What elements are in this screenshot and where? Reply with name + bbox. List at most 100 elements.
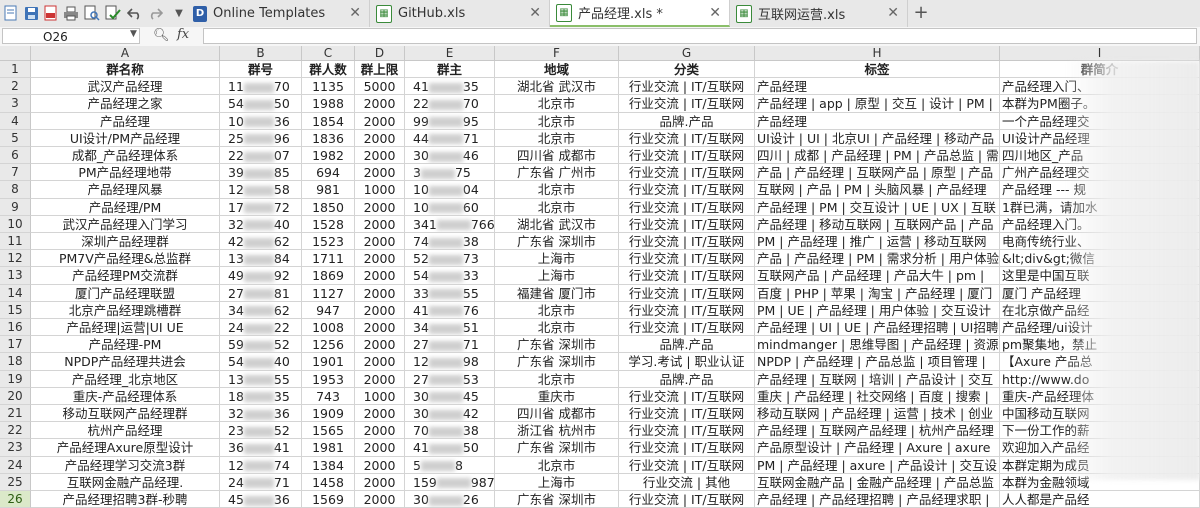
table-cell[interactable]: 1982: [302, 147, 355, 165]
table-cell[interactable]: 产品经理/PM: [31, 198, 220, 216]
table-cell[interactable]: 2000: [355, 215, 405, 233]
tab-online-templates[interactable]: D Online Templates ✕: [187, 0, 370, 27]
table-cell[interactable]: 32 40: [220, 215, 302, 233]
table-cell[interactable]: 13 84: [220, 250, 302, 268]
table-cell[interactable]: 41 35: [405, 78, 495, 96]
table-cell[interactable]: 10 36: [220, 112, 302, 130]
close-icon[interactable]: ✕: [349, 5, 361, 21]
table-cell[interactable]: PM | 产品经理 | 推广 | 运营 | 移动互联网: [755, 233, 1000, 251]
table-cell[interactable]: 浙江省 杭州市: [495, 422, 619, 440]
table-cell[interactable]: 1135: [302, 78, 355, 96]
column-header-h[interactable]: H: [755, 46, 1000, 61]
table-cell[interactable]: 27 81: [220, 284, 302, 302]
row-header[interactable]: 19: [0, 370, 31, 388]
table-cell[interactable]: 产品经理 | app | 原型 | 交互 | 设计 | PM |: [755, 95, 1000, 113]
row-header[interactable]: 22: [0, 422, 31, 440]
table-cell[interactable]: 12 98: [405, 353, 495, 371]
table-cell[interactable]: 32 36: [220, 405, 302, 423]
table-cell[interactable]: 1528: [302, 215, 355, 233]
table-cell[interactable]: 产品经理招聘3群-秒聘: [31, 491, 220, 508]
table-cell[interactable]: 湖北省 武汉市: [495, 215, 619, 233]
table-cell[interactable]: 49 92: [220, 267, 302, 285]
table-cell[interactable]: 44 71: [405, 129, 495, 147]
table-cell[interactable]: 30 45: [405, 387, 495, 405]
table-cell[interactable]: 52 73: [405, 250, 495, 268]
table-cell[interactable]: 武汉产品经理入门学习: [31, 215, 220, 233]
table-cell[interactable]: 99 95: [405, 112, 495, 130]
table-cell[interactable]: 1000: [355, 387, 405, 405]
column-header-e[interactable]: E: [405, 46, 495, 61]
table-cell[interactable]: 北京市: [495, 112, 619, 130]
table-cell[interactable]: 27 53: [405, 370, 495, 388]
column-header-c[interactable]: C: [302, 46, 355, 61]
table-cell[interactable]: 1256: [302, 336, 355, 354]
table-cell[interactable]: 广东省 深圳市: [495, 491, 619, 508]
table-cell[interactable]: 深圳产品经理群: [31, 233, 220, 251]
table-cell[interactable]: 北京市: [495, 198, 619, 216]
column-header-a[interactable]: A: [31, 46, 220, 61]
table-cell[interactable]: 981: [302, 181, 355, 199]
name-box[interactable]: O26: [2, 28, 140, 44]
table-cell[interactable]: 1988: [302, 95, 355, 113]
table-cell[interactable]: 5000: [355, 78, 405, 96]
table-cell[interactable]: 1836: [302, 129, 355, 147]
table-cell[interactable]: 互联网 | 产品 | PM | 头脑风暴 | 产品经理: [755, 181, 1000, 199]
table-cell[interactable]: 1981: [302, 439, 355, 457]
row-header[interactable]: 9: [0, 198, 31, 216]
table-cell[interactable]: 上海市: [495, 267, 619, 285]
table-cell[interactable]: 947: [302, 301, 355, 319]
table-cell[interactable]: 1909: [302, 405, 355, 423]
table-cell[interactable]: 行业交流 | IT/互联网: [619, 95, 755, 113]
header-cell[interactable]: 群名称: [31, 61, 220, 79]
table-cell[interactable]: 产品经理: [755, 112, 1000, 130]
header-cell[interactable]: 地域: [495, 61, 619, 79]
table-cell[interactable]: 25 96: [220, 129, 302, 147]
table-cell[interactable]: 54 40: [220, 353, 302, 371]
row-header[interactable]: 15: [0, 301, 31, 319]
column-header-d[interactable]: D: [355, 46, 405, 61]
table-cell[interactable]: 广东省 深圳市: [495, 353, 619, 371]
table-cell[interactable]: 产品经理|运营|UI UE: [31, 319, 220, 337]
table-cell[interactable]: 产品经理: [31, 112, 220, 130]
table-cell[interactable]: 2000: [355, 456, 405, 474]
table-cell[interactable]: 1569: [302, 491, 355, 508]
table-cell[interactable]: 39 85: [220, 164, 302, 182]
table-cell[interactable]: 北京市: [495, 95, 619, 113]
undo-icon[interactable]: [126, 4, 144, 22]
table-cell[interactable]: 福建省 厦门市: [495, 284, 619, 302]
table-cell[interactable]: 159 987: [405, 473, 495, 491]
table-cell[interactable]: 30 26: [405, 491, 495, 508]
table-cell[interactable]: 产品经理风暴: [31, 181, 220, 199]
table-cell[interactable]: 18 35: [220, 387, 302, 405]
table-cell[interactable]: 产品经理-PM: [31, 336, 220, 354]
table-cell[interactable]: 产品经理 | PM | 交互设计 | UE | UX | 互联: [755, 198, 1000, 216]
table-cell[interactable]: 1000: [355, 181, 405, 199]
row-header[interactable]: 4: [0, 112, 31, 130]
table-cell[interactable]: 10 60: [405, 198, 495, 216]
table-cell[interactable]: 四川 | 成都 | 产品经理 | PM | 产品总监 | 需: [755, 147, 1000, 165]
table-cell[interactable]: 2000: [355, 198, 405, 216]
header-cell[interactable]: 群主: [405, 61, 495, 79]
table-cell[interactable]: 2000: [355, 250, 405, 268]
close-icon[interactable]: ✕: [529, 5, 541, 21]
header-cell[interactable]: 群上限: [355, 61, 405, 79]
table-cell[interactable]: 54 50: [220, 95, 302, 113]
table-cell[interactable]: 27 71: [405, 336, 495, 354]
table-cell[interactable]: 重庆市: [495, 387, 619, 405]
table-cell[interactable]: 12 74: [220, 456, 302, 474]
table-cell[interactable]: 产品经理学习交流3群: [31, 456, 220, 474]
row-header[interactable]: 25: [0, 473, 31, 491]
table-cell[interactable]: 2000: [355, 233, 405, 251]
table-cell[interactable]: 品牌.产品: [619, 336, 755, 354]
header-cell[interactable]: 标签: [755, 61, 1000, 79]
table-cell[interactable]: 北京市: [495, 370, 619, 388]
table-cell[interactable]: 行业交流 | 其他: [619, 473, 755, 491]
table-cell[interactable]: 互联网产品 | 产品经理 | 产品大牛 | pm |: [755, 267, 1000, 285]
function-wizard-icon[interactable]: 🔍︎: [153, 28, 170, 43]
row-header[interactable]: 17: [0, 336, 31, 354]
table-cell[interactable]: 36 41: [220, 439, 302, 457]
table-cell[interactable]: 24 71: [220, 473, 302, 491]
table-cell[interactable]: 3 75: [405, 164, 495, 182]
table-cell[interactable]: 24 22: [220, 319, 302, 337]
table-cell[interactable]: 重庆-产品经理体系: [31, 387, 220, 405]
